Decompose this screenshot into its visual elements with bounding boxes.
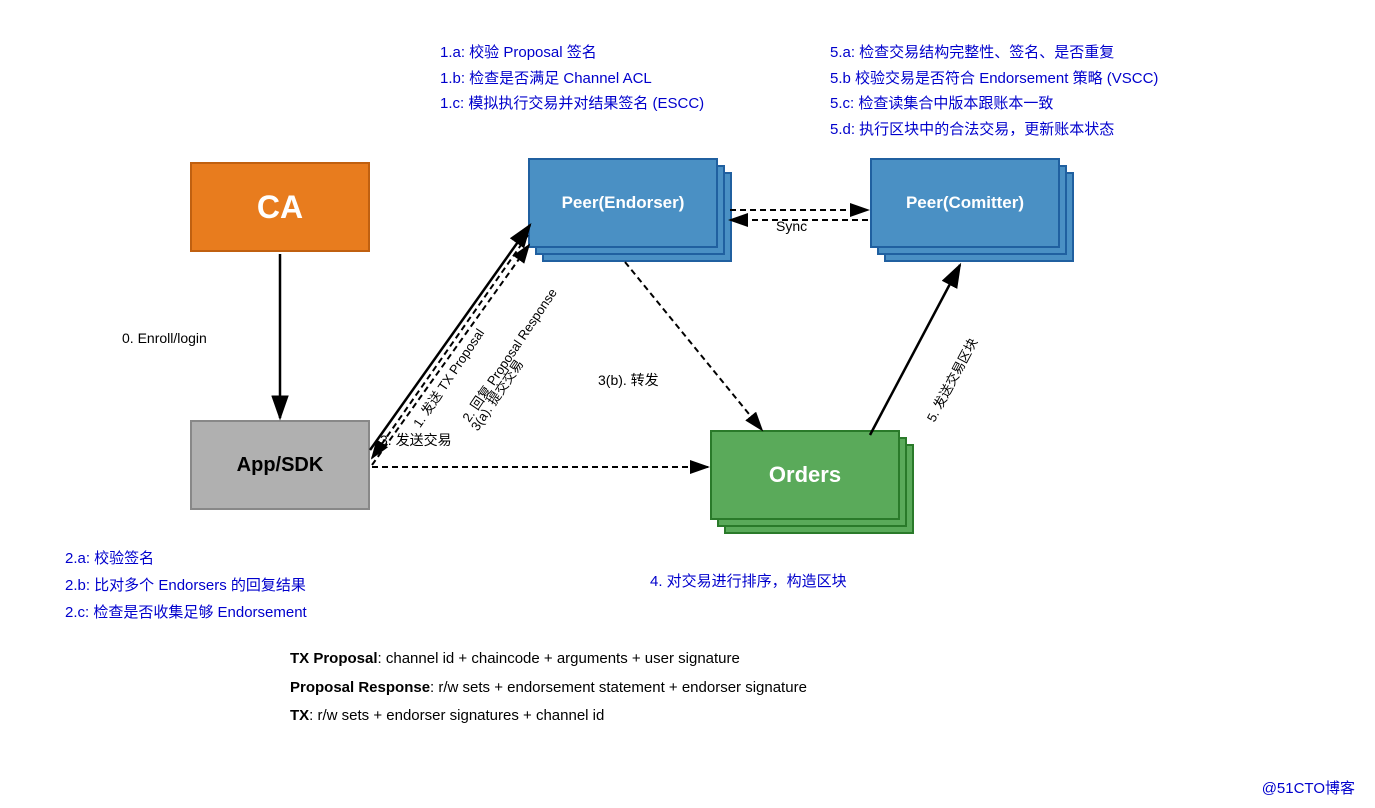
def-tx-proposal-term: TX Proposal (290, 650, 378, 667)
app-sdk-box: App/SDK (190, 420, 370, 510)
note-5c: 5.c: 检查读集合中版本跟账本一致 (830, 91, 1158, 117)
ca-box: CA (190, 162, 370, 252)
def-proposal-response-term: Proposal Response (290, 679, 430, 696)
label-send-block: 5. 发送交易区块 (921, 334, 981, 425)
orders-label: Orders (769, 462, 841, 488)
def-tx-rest: : r/w sets + endorser signatures + chann… (309, 707, 604, 724)
note-2b: 2.b: 比对多个 Endorsers 的回复结果 (65, 572, 307, 599)
note-5b: 5.b 校验交易是否符合 Endorsement 策略 (VSCC) (830, 66, 1158, 92)
def-line2: Proposal Response: r/w sets + endorsemen… (290, 674, 807, 703)
watermark: @51CTO博客 (1262, 777, 1355, 798)
enroll-label: 0. Enroll/login (122, 330, 207, 346)
note-1c: 1.c: 模拟执行交易并对结果签名 (ESCC) (440, 91, 704, 117)
note-2c: 2.c: 检查是否收集足够 Endorsement (65, 599, 307, 626)
peer-endorser-label: Peer(Endorser) (562, 193, 685, 213)
peer-endorser-stack: Peer(Endorser) (528, 158, 732, 262)
orders-box-front: Orders (710, 430, 900, 520)
ca-label: CA (257, 189, 303, 226)
peer-comitter-box-front: Peer(Comitter) (870, 158, 1060, 248)
def-tx-proposal-rest: : channel id + chaincode + arguments + u… (378, 650, 740, 667)
note-1a: 1.a: 校验 Proposal 签名 (440, 40, 704, 66)
forward-label: 3(b). 转发 (598, 370, 659, 390)
bottom-center-note: 4. 对交易进行排序，构造区块 (650, 570, 847, 591)
note-5a: 5.a: 检查交易结构完整性、签名、是否重复 (830, 40, 1158, 66)
def-proposal-response-rest: : r/w sets + endorsement statement + end… (430, 679, 807, 696)
definition-box: TX Proposal: channel id + chaincode + ar… (290, 645, 807, 731)
top-left-notes: 1.a: 校验 Proposal 签名 1.b: 检查是否满足 Channel … (440, 40, 704, 117)
send-tx-label: 3. 发送交易 (380, 430, 452, 450)
note-2a: 2.a: 校验签名 (65, 545, 307, 572)
note-5d: 5.d: 执行区块中的合法交易，更新账本状态 (830, 117, 1158, 143)
peer-comitter-label: Peer(Comitter) (906, 193, 1024, 213)
orders-stack: Orders (710, 430, 914, 534)
sync-label: Sync (776, 218, 807, 234)
bottom-left-notes: 2.a: 校验签名 2.b: 比对多个 Endorsers 的回复结果 2.c:… (65, 545, 307, 626)
top-right-notes: 5.a: 检查交易结构完整性、签名、是否重复 5.b 校验交易是否符合 Endo… (830, 40, 1158, 142)
def-line1: TX Proposal: channel id + chaincode + ar… (290, 645, 807, 674)
peer-endorser-box-front: Peer(Endorser) (528, 158, 718, 248)
note-1b: 1.b: 检查是否满足 Channel ACL (440, 66, 704, 92)
peer-comitter-stack: Peer(Comitter) (870, 158, 1074, 262)
app-label: App/SDK (237, 454, 324, 477)
def-tx-term: TX (290, 707, 309, 724)
diagram-container: 1.a: 校验 Proposal 签名 1.b: 检查是否满足 Channel … (0, 0, 1375, 808)
def-line3: TX: r/w sets + endorser signatures + cha… (290, 702, 807, 731)
